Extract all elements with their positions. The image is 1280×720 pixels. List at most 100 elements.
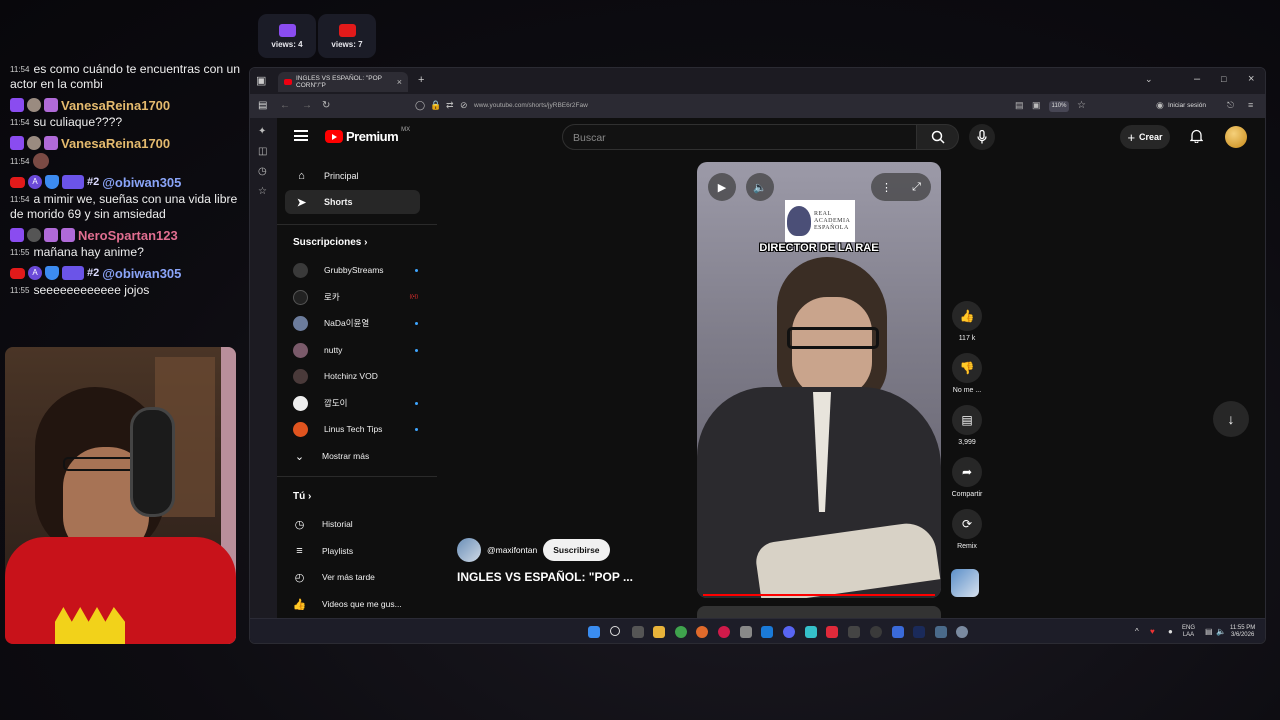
tracking-icon[interactable]: ⊘	[460, 100, 468, 111]
start-icon[interactable]	[588, 626, 600, 638]
remix-icon[interactable]: ⟳	[952, 509, 982, 539]
search-button[interactable]	[917, 124, 959, 150]
subscription-item[interactable]: nutty	[293, 339, 418, 361]
guide-item-shorts[interactable]: ➤ Shorts	[285, 190, 420, 214]
account-avatar[interactable]	[1225, 126, 1247, 148]
chevron-up-icon[interactable]: ^	[1135, 628, 1139, 636]
chevron-down-icon[interactable]: ⌄	[1145, 74, 1153, 85]
tab-list-icon[interactable]: ▣	[256, 74, 266, 87]
tray-icon[interactable]: ♥	[1150, 628, 1155, 636]
volume-icon[interactable]: 🔈	[1216, 628, 1226, 636]
volume-button[interactable]: 🔈	[746, 173, 774, 201]
bookmark-star-icon[interactable]: ☆	[1077, 100, 1086, 111]
comment-icon[interactable]: ▤	[952, 405, 982, 435]
show-more-button[interactable]: ⌄ Mostrar más	[293, 445, 418, 467]
account-icon[interactable]: ◉	[1156, 100, 1164, 111]
synced-tabs-icon[interactable]: ◫	[258, 146, 267, 157]
short-video-player[interactable]: REAL ACADEMIA ESPAÑOLA DIRECTOR DE LA RAE …	[697, 162, 941, 598]
browser-tab[interactable]: INGLES VS ESPAÑOL: "POP CORN"/"P ×	[278, 72, 408, 92]
tiktok-icon[interactable]	[826, 626, 838, 638]
address-bar[interactable]: www.youtube.com/shorts/jyRBE6r2Faw	[474, 102, 588, 109]
clock[interactable]: 11:55 PM 3/6/2026	[1230, 625, 1255, 639]
ai-chat-icon[interactable]: ✦	[258, 126, 266, 137]
steam-icon[interactable]	[761, 626, 773, 638]
next-short-button[interactable]: ↓	[1213, 401, 1249, 437]
firefox-icon[interactable]	[696, 626, 708, 638]
subscriptions-header[interactable]: Suscripciones ›	[293, 237, 367, 248]
app-icon[interactable]	[718, 626, 730, 638]
guide-item-playlists[interactable]: ≡ Playlists	[293, 540, 418, 562]
youtube-premium-logo[interactable]: Premium MX	[325, 127, 410, 144]
signin-button[interactable]: Iniciar sesión	[1168, 102, 1206, 109]
extensions-icon[interactable]: ⎋	[1227, 100, 1234, 111]
bookmarks-icon[interactable]: ☆	[258, 186, 267, 197]
video-title[interactable]: INGLES VS ESPAÑOL: "POP ...	[457, 570, 633, 584]
voice-search-button[interactable]	[969, 124, 995, 150]
subscription-item[interactable]: Hotchinz VOD	[293, 365, 418, 387]
sound-thumbnail[interactable]	[951, 569, 979, 597]
app-icon[interactable]	[935, 626, 947, 638]
search-input[interactable]: Buscar	[562, 124, 917, 150]
zoom-level[interactable]: 110%	[1049, 101, 1069, 112]
subscription-item[interactable]: Linus Tech Tips	[293, 418, 418, 440]
hamburger-menu-icon[interactable]	[294, 130, 308, 141]
reader-icon[interactable]: ▣	[1032, 100, 1041, 111]
close-window-button[interactable]: ×	[1248, 73, 1254, 85]
settings-icon[interactable]	[956, 626, 968, 638]
chrome-icon[interactable]	[675, 626, 687, 638]
app-icon[interactable]	[805, 626, 817, 638]
comments-action[interactable]: ▤ 3,999	[942, 405, 992, 446]
guide-item-liked-videos[interactable]: 👍 Videos que me gus...	[293, 593, 418, 615]
mic-tray-icon[interactable]: ●	[1168, 628, 1173, 636]
more-options-icon[interactable]: ⋮	[881, 181, 892, 194]
app-icon[interactable]	[740, 626, 752, 638]
guide-item-watch-later[interactable]: ◴ Ver más tarde	[293, 566, 418, 588]
search-icon[interactable]	[610, 626, 620, 636]
history-icon[interactable]: ◷	[258, 166, 267, 177]
photoshop-icon[interactable]	[913, 626, 925, 638]
app-icon[interactable]	[892, 626, 904, 638]
thumbs-down-icon[interactable]: 👎	[952, 353, 982, 383]
maximize-button[interactable]: □	[1221, 74, 1226, 84]
discord-icon[interactable]	[783, 626, 795, 638]
sidebar-toggle-icon[interactable]: ▤	[258, 100, 267, 111]
you-section-header[interactable]: Tú ›	[293, 491, 311, 502]
app-icon[interactable]	[848, 626, 860, 638]
back-button[interactable]: ←	[280, 100, 290, 111]
file-explorer-icon[interactable]	[653, 626, 665, 638]
obs-icon[interactable]	[870, 626, 882, 638]
screenshot-icon[interactable]: ▤	[1015, 100, 1024, 111]
fullscreen-icon[interactable]: ⤢	[912, 181, 921, 194]
forward-button[interactable]: →	[302, 100, 312, 111]
guide-item-home[interactable]: ⌂ Principal	[285, 164, 420, 188]
subscription-item[interactable]: NaDa이윤열	[293, 312, 418, 334]
remix-action[interactable]: ⟳ Remix	[942, 509, 992, 550]
channel-name[interactable]: @maxifontan	[487, 545, 537, 555]
new-tab-button[interactable]: +	[418, 74, 424, 86]
thumbs-up-icon[interactable]: 👍	[952, 301, 982, 331]
permissions-icon[interactable]: ⇄	[446, 100, 454, 111]
task-view-icon[interactable]	[632, 626, 644, 638]
shield-icon[interactable]: ◯	[415, 100, 425, 111]
create-button[interactable]: + Crear	[1120, 125, 1170, 149]
subscription-item[interactable]: 로카 ((•))	[293, 286, 418, 308]
progress-bar[interactable]	[703, 594, 935, 596]
close-tab-icon[interactable]: ×	[397, 77, 402, 87]
subscription-item[interactable]: GrubbyStreams	[293, 259, 418, 281]
app-menu-icon[interactable]: ≡	[1248, 100, 1253, 110]
minimize-button[interactable]: –	[1194, 73, 1200, 85]
play-button[interactable]: ▶	[708, 173, 736, 201]
dislike-action[interactable]: 👎 No me ...	[942, 353, 992, 394]
lock-icon[interactable]: 🔒	[430, 100, 441, 111]
like-action[interactable]: 👍 117 k	[942, 301, 992, 342]
next-short-preview[interactable]	[697, 606, 941, 618]
language-indicator[interactable]: ENG LAA	[1182, 625, 1195, 639]
notifications-bell-icon[interactable]	[1189, 129, 1204, 146]
share-icon[interactable]: ➦	[952, 457, 982, 487]
reload-button[interactable]: ↻	[322, 100, 330, 111]
subscription-item[interactable]: 깝도이	[293, 392, 418, 414]
network-icon[interactable]: ▤	[1205, 628, 1213, 636]
subscribe-button[interactable]: Suscribirse	[543, 539, 610, 561]
guide-item-history[interactable]: ◷ Historial	[293, 513, 418, 535]
channel-avatar[interactable]	[457, 538, 481, 562]
